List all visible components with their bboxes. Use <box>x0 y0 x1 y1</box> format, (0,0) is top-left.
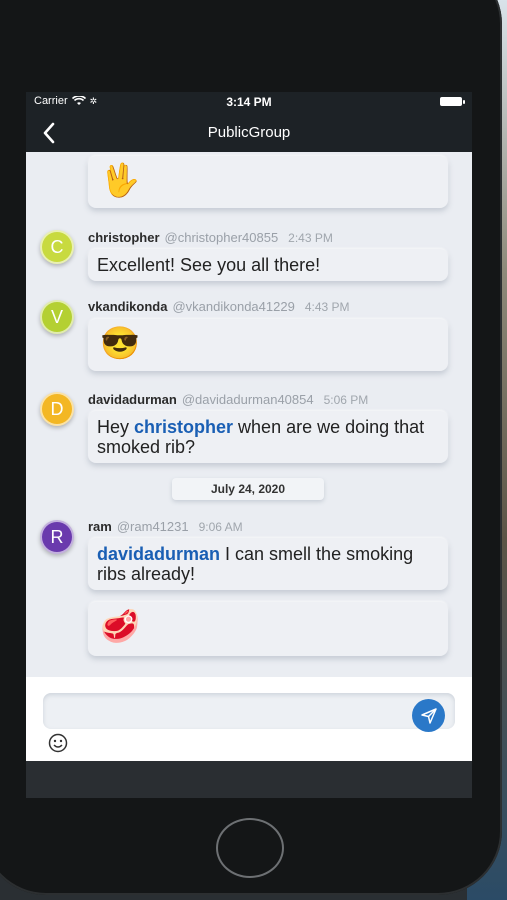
message-time: 5:06 PM <box>323 393 369 407</box>
message-text: Hey <box>97 417 135 437</box>
avatar-initial: V <box>50 306 63 327</box>
sender-name[interactable]: ram <box>88 519 112 534</box>
home-button[interactable] <box>216 818 284 878</box>
message-header: christopher @christopher40855 2:43 PM <box>88 230 333 245</box>
avatar[interactable]: C <box>40 230 74 264</box>
nav-bar: PublicGroup <box>26 114 472 152</box>
message-text: Excellent! See you all there! <box>97 255 321 275</box>
message-time: 2:43 PM <box>288 231 333 245</box>
message-bubble: Excellent! See you all there! <box>88 249 448 281</box>
avatar[interactable]: V <box>40 300 74 334</box>
sunglasses-emoji: 😎 <box>100 325 140 361</box>
message-composer <box>26 677 472 761</box>
message-bubble: 🖖 <box>88 156 448 208</box>
message-time: 9:06 AM <box>198 520 243 534</box>
sender-handle: @christopher40855 <box>164 230 279 245</box>
mention-link[interactable]: christopher <box>134 417 233 437</box>
message-time: 4:43 PM <box>304 300 350 314</box>
avatar-initial: R <box>50 526 64 547</box>
status-bar: Carrier ✲ 3:14 PM <box>26 92 472 114</box>
message-bubble: Hey christopher when are we doing that s… <box>88 411 448 463</box>
vulcan-salute-emoji: 🖖 <box>100 162 140 198</box>
send-icon <box>420 707 437 724</box>
bottom-bar <box>26 761 472 798</box>
avatar[interactable]: D <box>40 392 74 426</box>
sender-name[interactable]: vkandikonda <box>88 299 167 314</box>
message-header: vkandikonda @vkandikonda41229 4:43 PM <box>88 299 350 314</box>
message-bubble: davidadurman I can smell the smoking rib… <box>88 538 448 590</box>
emoji-button[interactable] <box>48 733 70 755</box>
battery-icon <box>440 97 465 106</box>
app-screen: Carrier ✲ 3:14 PM PublicGroup 🖖 C christ… <box>26 92 472 798</box>
avatar[interactable]: R <box>40 520 74 554</box>
message-input[interactable] <box>43 693 455 729</box>
avatar-initial: C <box>50 236 64 257</box>
sender-name[interactable]: davidadurman <box>88 392 177 407</box>
sender-name[interactable]: christopher <box>88 230 160 245</box>
chat-messages[interactable]: 🖖 C christopher @christopher40855 2:43 PM … <box>26 152 472 677</box>
sender-handle: @vkandikonda41229 <box>172 299 295 314</box>
message-header: davidadurman @davidadurman40854 5:06 PM <box>88 392 368 407</box>
message-header: ram @ram41231 9:06 AM <box>88 519 243 534</box>
steak-emoji: 🥩 <box>100 608 140 644</box>
smiley-icon <box>48 733 68 753</box>
sender-handle: @ram41231 <box>116 519 189 534</box>
mention-link[interactable]: davidadurman <box>97 544 220 564</box>
status-time: 3:14 PM <box>226 95 272 109</box>
message-bubble: 🥩 <box>88 602 448 656</box>
sender-handle: @davidadurman40854 <box>181 392 314 407</box>
avatar-initial: D <box>50 398 64 419</box>
page-title: PublicGroup <box>207 124 291 141</box>
date-separator: July 24, 2020 <box>172 478 324 500</box>
send-button[interactable] <box>412 699 445 732</box>
message-bubble: 😎 <box>88 319 448 371</box>
